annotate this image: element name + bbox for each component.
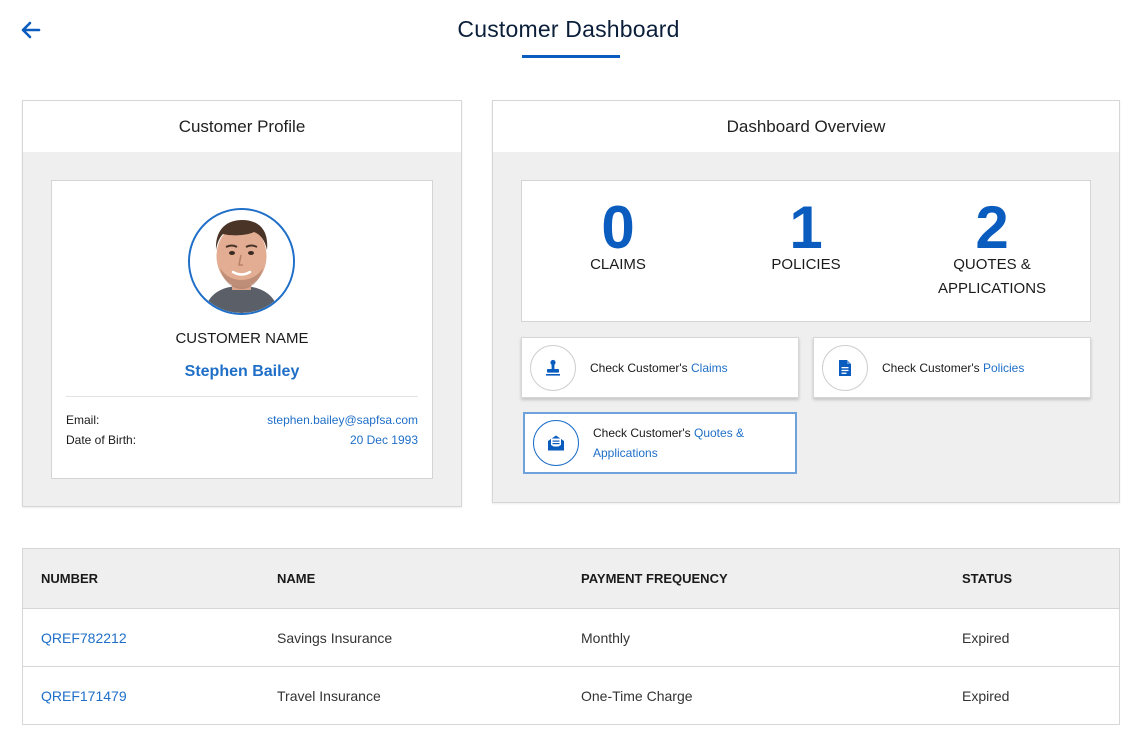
dob-row: Date of Birth: 20 Dec 1993 (66, 433, 418, 447)
stat-policies: 1 POLICIES (716, 197, 896, 277)
customer-name-label: CUSTOMER NAME (175, 330, 309, 347)
stat-claims-value: 0 (601, 194, 635, 261)
check-quotes-link-line2[interactable]: Applications (593, 446, 658, 460)
check-claims-button[interactable]: Check Customer's Claims (521, 337, 799, 398)
stat-policies-value: 1 (789, 194, 823, 261)
page-title: Customer Dashboard (457, 16, 680, 42)
table-row: QREF171479 Travel Insurance One-Time Cha… (23, 667, 1119, 725)
row-status: Expired (962, 629, 1010, 646)
row-name: Savings Insurance (277, 629, 393, 646)
customer-profile-header: Customer Profile (23, 101, 461, 152)
stat-quotes-value: 2 (975, 194, 1009, 261)
stat-claims: 0 CLAIMS (528, 197, 708, 277)
avatar (188, 208, 295, 315)
row-payment-frequency: Monthly (581, 629, 631, 646)
envelope-document-icon (533, 420, 579, 466)
check-quotes-button[interactable]: Check Customer's Quotes & Applications (523, 412, 797, 474)
stat-quotes-label: QUOTES & APPLICATIONS (902, 253, 1082, 301)
column-header-number: NUMBER (41, 571, 99, 586)
column-header-name: NAME (277, 571, 316, 586)
email-row: Email: stephen.bailey@sapfsa.com (66, 413, 418, 427)
check-quotes-link-line1[interactable]: Quotes & (694, 426, 744, 440)
stats-card: 0 CLAIMS 1 POLICIES 2 QUOTES & APPLICATI… (521, 180, 1091, 322)
row-name: Travel Insurance (277, 688, 381, 704)
profile-divider (66, 396, 418, 397)
quotes-table: NUMBER NAME PAYMENT FREQUENCY STATUS QRE… (22, 548, 1120, 725)
email-value: stephen.bailey@sapfsa.com (267, 413, 418, 427)
check-quotes-text: Check Customer's Quotes & Applications (593, 423, 744, 463)
stat-quotes-label-line2: APPLICATIONS (937, 280, 1047, 297)
document-icon (822, 344, 868, 391)
customer-name: Stephen Bailey (184, 363, 300, 380)
table-row: QREF782212 Savings Insurance Monthly Exp… (23, 609, 1119, 667)
column-header-payment-frequency: PAYMENT FREQUENCY (581, 571, 728, 586)
dob-value: 20 Dec 1993 (349, 433, 418, 447)
check-policies-text: Check Customer's Policies (882, 358, 1024, 378)
avatar-portrait (190, 210, 293, 313)
check-claims-text: Check Customer's Claims (590, 358, 728, 378)
stamp-icon (530, 344, 576, 391)
email-label: Email: (66, 413, 100, 427)
stat-claims-label: CLAIMS (590, 256, 646, 273)
check-policies-link[interactable]: Policies (983, 361, 1024, 375)
stat-quotes-label-line1: QUOTES & (953, 256, 1031, 273)
dashboard-overview-header: Dashboard Overview (493, 101, 1119, 152)
row-number-link[interactable]: QREF171479 (41, 688, 127, 704)
table-header-row: NUMBER NAME PAYMENT FREQUENCY STATUS (23, 549, 1119, 609)
profile-card: CUSTOMER NAME Stephen Bailey Email: step… (51, 180, 433, 479)
check-quotes-prefix: Check Customer's (593, 426, 694, 440)
check-policies-button[interactable]: Check Customer's Policies (813, 337, 1091, 398)
dob-label: Date of Birth: (66, 433, 137, 447)
row-payment-frequency: One-Time Charge (581, 688, 693, 704)
stat-policies-label: POLICIES (771, 256, 841, 273)
check-policies-prefix: Check Customer's (882, 360, 983, 375)
stat-quotes: 2 QUOTES & APPLICATIONS (902, 197, 1082, 301)
check-claims-prefix: Check Customer's (590, 360, 691, 375)
row-status: Expired (962, 688, 1010, 704)
row-number-link[interactable]: QREF782212 (41, 630, 127, 646)
dashboard-overview-panel: Dashboard Overview 0 CLAIMS 1 POLICIES 2… (492, 100, 1120, 503)
customer-profile-panel: Customer Profile CUSTOMER NAME Stephen B… (22, 100, 462, 507)
title-underline (522, 55, 620, 58)
column-header-status: STATUS (962, 571, 1013, 586)
check-claims-link[interactable]: Claims (691, 361, 728, 375)
